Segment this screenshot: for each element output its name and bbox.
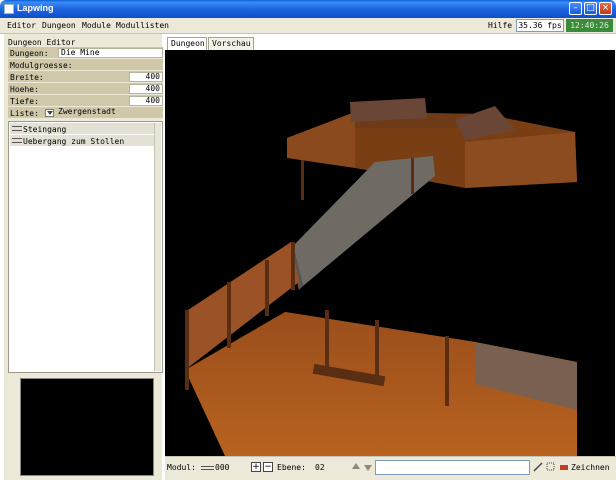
dungeon-editor-panel: Dungeon Editor Dungeon: Die Mine Modulgr… [4, 34, 163, 480]
title-bar: Lapwing – □ × [0, 0, 616, 18]
dungeon-3d-viewport[interactable] [165, 50, 615, 456]
depth-field[interactable]: 400 [129, 96, 163, 106]
list-item-label: Steingang [23, 125, 67, 134]
menu-editor[interactable]: Editor [7, 21, 36, 30]
minimize-button[interactable]: – [569, 2, 582, 15]
module-size-row: Modulgroesse: [8, 59, 163, 71]
list-item[interactable]: Steingang [10, 123, 155, 135]
maximize-icon: □ [586, 3, 595, 13]
arrow-up-icon[interactable] [351, 462, 361, 472]
menu-bar: Editor Dungeon Module Modullisten Hilfe … [0, 18, 616, 34]
clock: 12:40:26 [566, 19, 613, 32]
select-icon[interactable] [546, 462, 556, 472]
tab-dungeon[interactable]: Dungeon [167, 37, 207, 50]
height-field[interactable]: 400 [129, 84, 163, 94]
list-item-label: Uebergang zum Stollen [23, 137, 125, 146]
rock-pile [350, 98, 427, 122]
module-list[interactable]: Steingang Uebergang zum Stollen [8, 121, 163, 373]
depth-label: Tiefe: [10, 97, 39, 106]
menu-module[interactable]: Module [82, 21, 111, 30]
minimize-icon: – [573, 3, 578, 13]
maximize-button[interactable]: □ [584, 2, 597, 15]
arrow-down-icon[interactable] [363, 462, 373, 472]
width-label: Breite: [10, 73, 44, 82]
add-button[interactable]: + [251, 462, 261, 472]
list-row: Liste: Zwergenstadt [8, 107, 163, 119]
module-preview [20, 378, 154, 476]
modul-label: Modul: [167, 463, 196, 472]
list-label: Liste: [10, 109, 39, 118]
menu-dungeon[interactable]: Dungeon [42, 21, 76, 30]
line-icon [12, 138, 22, 143]
ebene-value: 02 [315, 463, 325, 472]
list-select-value[interactable]: Zwergenstadt [56, 108, 163, 118]
depth-row: Tiefe: 400 [8, 95, 163, 107]
dungeon-render [185, 98, 577, 456]
eraser-icon[interactable] [559, 462, 569, 472]
height-row: Hoehe: 400 [8, 83, 163, 95]
tab-vorschau[interactable]: Vorschau [208, 37, 254, 50]
far-room-wall [287, 112, 355, 168]
dungeon-label: Dungeon: [10, 49, 49, 58]
ebene-label: Ebene: [277, 463, 306, 472]
close-button[interactable]: × [599, 2, 612, 15]
menu-modullisten[interactable]: Modullisten [116, 21, 169, 30]
width-field[interactable]: 400 [129, 72, 163, 82]
line-icon [12, 126, 22, 131]
line-icon [201, 466, 214, 470]
dropdown-arrow-icon[interactable] [45, 109, 54, 117]
status-bar: Modul: 000 + − Ebene: 02 Zeichnen [165, 456, 616, 480]
modul-value: 000 [215, 463, 230, 472]
close-icon: × [601, 3, 610, 13]
fps-counter: 35.36 fps [516, 19, 564, 32]
dungeon-row: Dungeon: Die Mine [8, 47, 163, 59]
status-input[interactable] [375, 460, 530, 475]
list-scrollbar[interactable] [154, 123, 161, 371]
remove-button[interactable]: − [263, 462, 273, 472]
pencil-icon[interactable] [533, 462, 543, 472]
list-item[interactable]: Uebergang zum Stollen [10, 135, 155, 147]
zeichnen-label[interactable]: Zeichnen [571, 463, 610, 472]
module-size-label: Modulgroesse: [10, 61, 73, 70]
app-icon [4, 4, 14, 14]
menu-hilfe[interactable]: Hilfe [488, 21, 512, 30]
width-row: Breite: 400 [8, 71, 163, 83]
dungeon-name-field[interactable]: Die Mine [58, 48, 163, 58]
panel-heading: Dungeon Editor [8, 38, 76, 47]
height-label: Hoehe: [10, 85, 39, 94]
window-title: Lapwing [17, 3, 54, 13]
